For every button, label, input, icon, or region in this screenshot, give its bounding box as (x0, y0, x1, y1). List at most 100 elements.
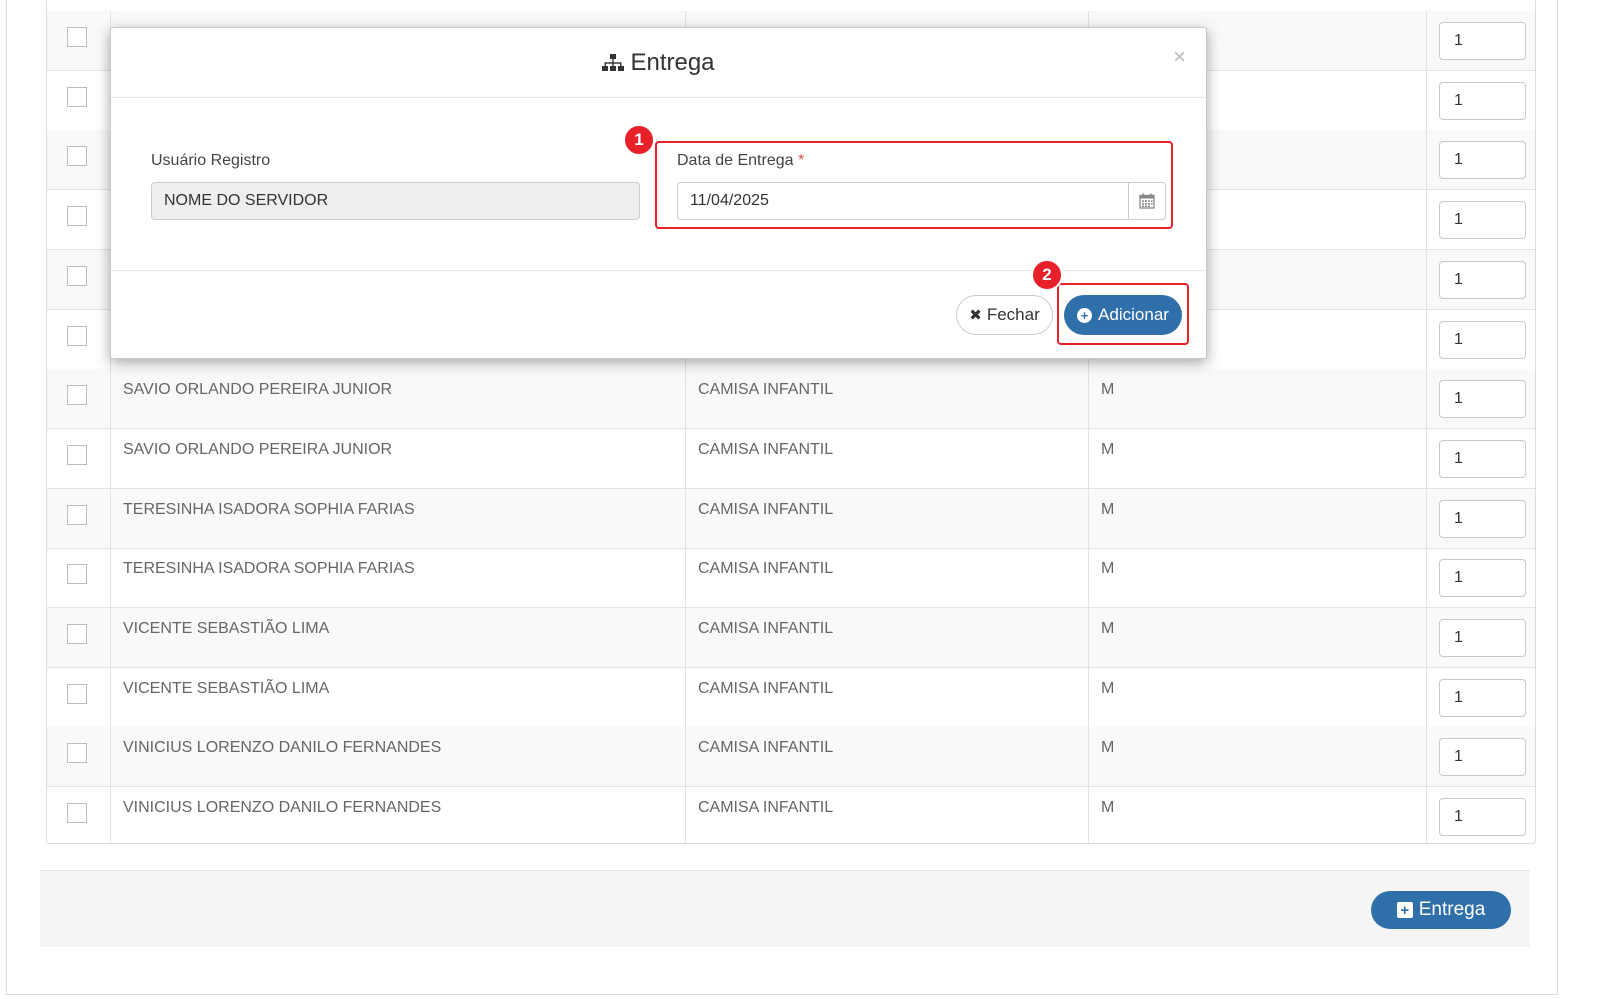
quantity-input[interactable] (1439, 499, 1526, 538)
item-size: M (1101, 381, 1115, 399)
quantity-input[interactable] (1439, 81, 1526, 120)
plus-square-icon: + (1396, 902, 1413, 918)
beneficiary-name-cell: VINICIUS LORENZO DANILO FERNANDES (111, 727, 686, 787)
item-size-cell: M (1089, 787, 1427, 843)
row-checkbox[interactable] (67, 265, 87, 286)
quantity-cell (1427, 489, 1535, 548)
modal-title: Entrega (111, 28, 1206, 97)
row-checkbox[interactable] (67, 743, 87, 764)
quantity-input[interactable] (1439, 798, 1526, 837)
quantity-cell (1427, 71, 1535, 130)
usuario-registro-value: NOME DO SERVIDOR (164, 192, 329, 209)
row-checkbox[interactable] (67, 624, 87, 644)
item-size-cell: M (1089, 667, 1427, 727)
item-name-cell: CAMISA INFANTIL (686, 428, 1089, 488)
quantity-input[interactable] (1439, 439, 1526, 478)
quantity-cell (1427, 190, 1535, 249)
highlight-adicionar (1057, 283, 1189, 345)
beneficiary-name: SAVIO ORLANDO PEREIRA JUNIOR (123, 381, 393, 399)
checkbox-cell (47, 190, 111, 250)
fechar-button[interactable]: ✖ Fechar (956, 295, 1053, 335)
quantity-input[interactable] (1439, 260, 1526, 299)
beneficiary-name: SAVIO ORLANDO PEREIRA JUNIOR (123, 440, 393, 458)
row-checkbox[interactable] (67, 803, 87, 824)
step-badge-2: 2 (1031, 259, 1063, 291)
row-checkbox[interactable] (67, 206, 87, 227)
row-checkbox[interactable] (67, 86, 87, 107)
checkbox-cell (47, 608, 111, 667)
quantity-cell (1427, 369, 1535, 428)
quantity-input[interactable] (1439, 141, 1526, 180)
quantity-input[interactable] (1439, 619, 1526, 657)
row-checkbox[interactable] (67, 385, 87, 406)
item-size: M (1101, 560, 1115, 578)
quantity-input[interactable] (1439, 738, 1526, 777)
item-name: CAMISA INFANTIL (698, 440, 834, 458)
row-checkbox[interactable] (67, 325, 87, 346)
beneficiary-name-cell: VINICIUS LORENZO DANILO FERNANDES (111, 787, 686, 843)
item-name: CAMISA INFANTIL (698, 799, 834, 817)
row-checkbox[interactable] (67, 27, 87, 47)
item-size-cell: M (1089, 548, 1427, 608)
checkbox-cell (47, 667, 111, 727)
entrega-button-label: Entrega (1418, 899, 1486, 920)
item-name: CAMISA INFANTIL (698, 739, 834, 757)
quantity-input[interactable] (1439, 320, 1526, 359)
item-name: CAMISA INFANTIL (698, 381, 834, 399)
quantity-input[interactable] (1439, 559, 1526, 598)
table-row: SAVIO ORLANDO PEREIRA JUNIOR CAMISA INFAN… (47, 369, 1535, 430)
beneficiary-name: VINICIUS LORENZO DANILO FERNANDES (123, 799, 442, 817)
row-checkbox[interactable] (67, 683, 87, 704)
table-row: VINICIUS LORENZO DANILO FERNANDES CAMISA … (47, 787, 1535, 843)
item-size: M (1101, 440, 1115, 458)
item-size: M (1101, 500, 1115, 518)
item-size: M (1101, 679, 1115, 697)
beneficiary-name: TERESINHA ISADORA SOPHIA FARIAS (123, 500, 415, 518)
checkbox-cell (47, 369, 111, 429)
beneficiary-name: VINICIUS LORENZO DANILO FERNANDES (123, 739, 442, 757)
checkbox-cell (47, 249, 111, 309)
close-icon[interactable]: × (1173, 44, 1186, 70)
item-size-cell: M (1089, 369, 1427, 429)
quantity-cell (1427, 130, 1535, 189)
quantity-input[interactable] (1439, 201, 1526, 240)
table-row: VINICIUS LORENZO DANILO FERNANDES CAMISA … (47, 727, 1535, 788)
checkbox-cell (47, 11, 111, 70)
quantity-input[interactable] (1439, 678, 1526, 717)
quantity-cell (1427, 548, 1535, 607)
item-name-cell: CAMISA INFANTIL (686, 488, 1089, 548)
table-row: VICENTE SEBASTIÃO LIMA CAMISA INFANTIL M (47, 667, 1535, 728)
modal-header: Entrega × (111, 28, 1206, 98)
close-icon: ✖ (969, 307, 982, 324)
item-size: M (1101, 620, 1115, 637)
beneficiary-name-cell: VICENTE SEBASTIÃO LIMA (111, 608, 686, 667)
highlight-data-entrega (655, 141, 1173, 229)
item-size-cell: M (1089, 488, 1427, 548)
checkbox-cell (47, 787, 111, 843)
item-name-cell: CAMISA INFANTIL (686, 608, 1089, 667)
item-name: CAMISA INFANTIL (698, 560, 834, 578)
quantity-cell (1427, 668, 1535, 727)
quantity-input[interactable] (1439, 380, 1526, 419)
quantity-input[interactable] (1439, 22, 1526, 60)
beneficiary-name: VICENTE SEBASTIÃO LIMA (123, 620, 330, 637)
row-checkbox[interactable] (67, 564, 87, 585)
beneficiary-name: VICENTE SEBASTIÃO LIMA (123, 679, 330, 697)
checkbox-cell (47, 548, 111, 608)
checkbox-cell (47, 727, 111, 787)
beneficiary-name: TERESINHA ISADORA SOPHIA FARIAS (123, 560, 415, 578)
checkbox-cell (47, 428, 111, 488)
entrega-button[interactable]: + Entrega (1371, 891, 1511, 929)
item-size-cell: M (1089, 727, 1427, 787)
step-badge-1: 1 (623, 124, 655, 156)
checkbox-cell (47, 309, 111, 369)
quantity-cell (1427, 250, 1535, 309)
row-checkbox[interactable] (67, 444, 87, 465)
item-name: CAMISA INFANTIL (698, 500, 834, 518)
quantity-cell (1427, 11, 1535, 70)
modal-title-text: Entrega (630, 48, 715, 76)
checkbox-cell (47, 70, 111, 130)
row-checkbox[interactable] (67, 146, 87, 167)
table-row: SAVIO ORLANDO PEREIRA JUNIOR CAMISA INFAN… (47, 428, 1535, 489)
row-checkbox[interactable] (67, 504, 87, 525)
